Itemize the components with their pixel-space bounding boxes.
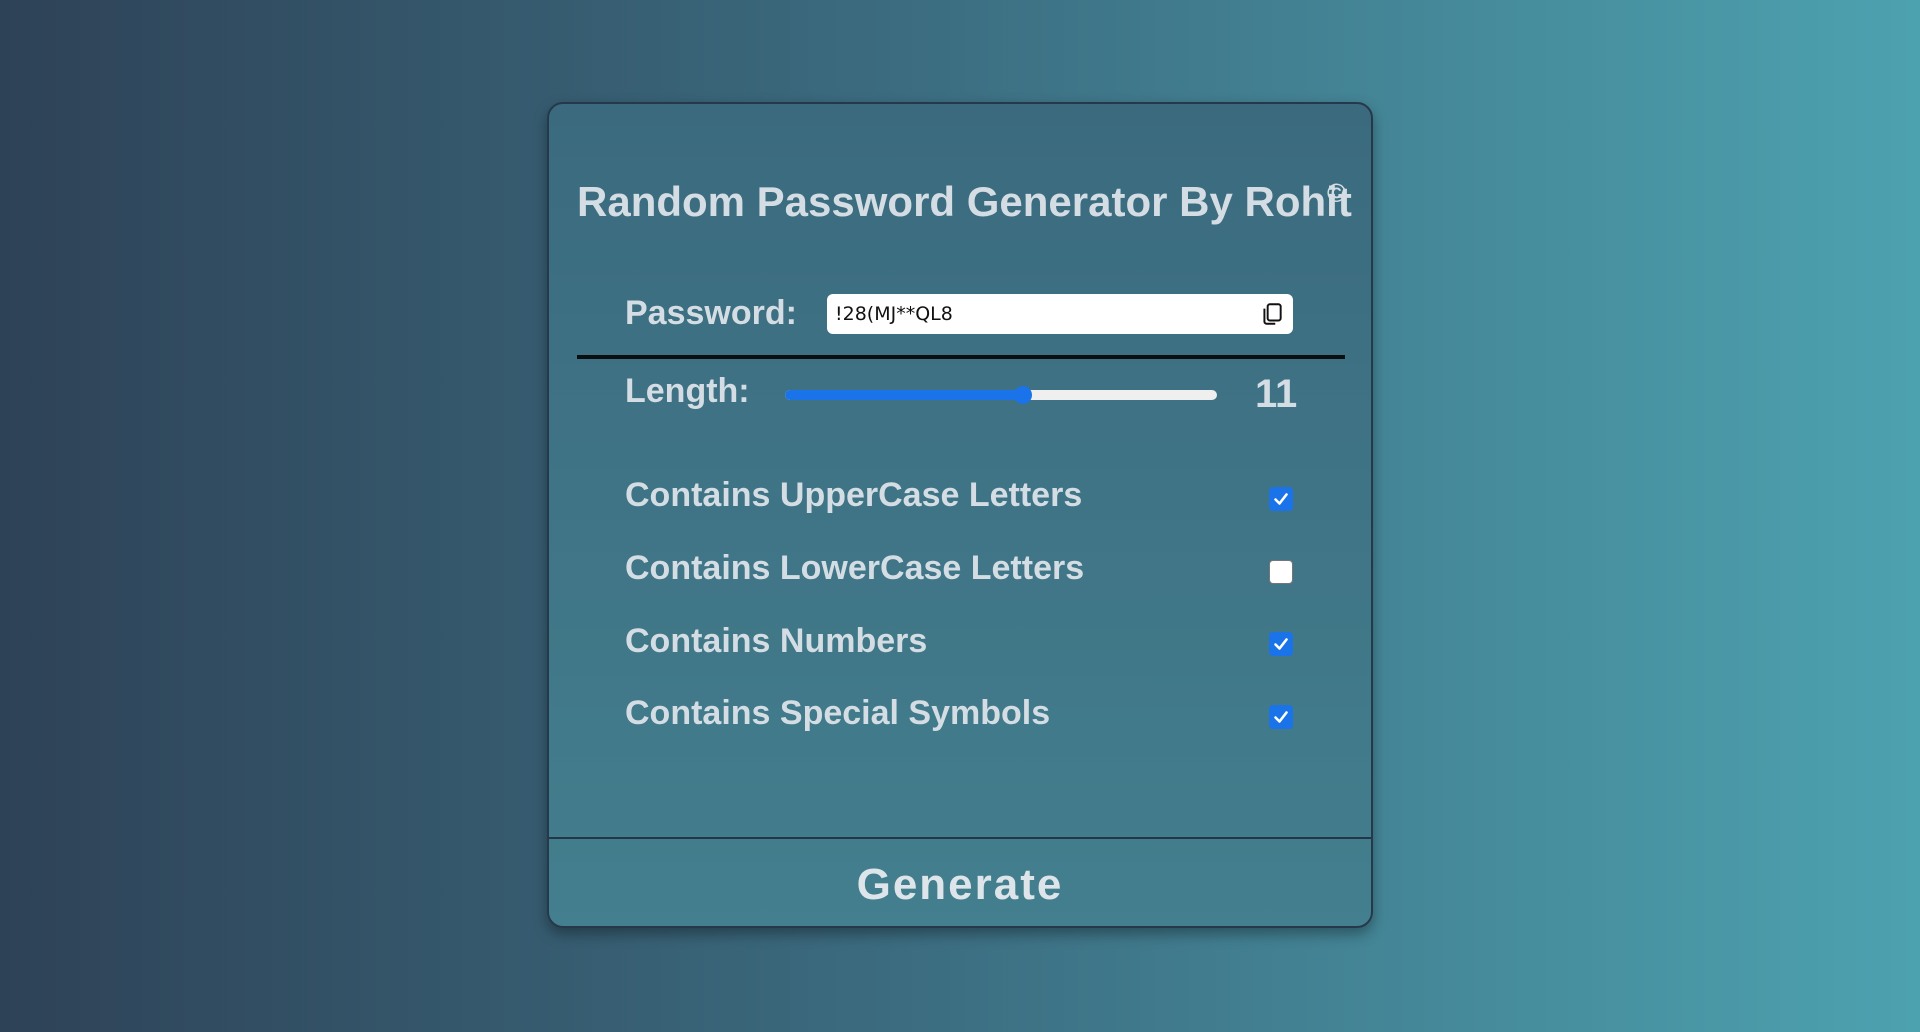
password-value[interactable]: !28(MJ**QL8 xyxy=(835,303,953,325)
option-label-numbers: Contains Numbers xyxy=(625,622,928,660)
length-value: 11 xyxy=(1255,372,1298,416)
option-label-uppercase: Contains UpperCase Letters xyxy=(625,476,1083,514)
password-label: Password: xyxy=(625,294,797,332)
length-label: Length: xyxy=(625,372,750,410)
numbers-checkbox[interactable] xyxy=(1269,632,1293,656)
lowercase-checkbox[interactable] xyxy=(1269,560,1293,584)
uppercase-checkbox[interactable] xyxy=(1269,487,1293,511)
option-label-lowercase: Contains LowerCase Letters xyxy=(625,549,1085,587)
option-label-symbols: Contains Special Symbols xyxy=(625,694,1051,732)
app-title: Random Password Generator By Rohit xyxy=(577,178,1352,225)
length-slider[interactable] xyxy=(785,386,1217,404)
copyright-symbol: © xyxy=(1327,178,1347,208)
generate-button[interactable]: Generate xyxy=(549,839,1371,926)
password-generator-card: Random Password Generator By Rohit © Pas… xyxy=(547,102,1373,928)
symbols-checkbox[interactable] xyxy=(1269,705,1293,729)
length-slider-thumb[interactable] xyxy=(1013,386,1032,404)
checkmark-icon xyxy=(1274,493,1288,505)
password-field[interactable]: !28(MJ**QL8 xyxy=(827,294,1293,334)
title-divider xyxy=(577,355,1345,359)
length-slider-fill xyxy=(785,390,1023,400)
checkmark-icon xyxy=(1274,638,1288,650)
copy-icon[interactable] xyxy=(1259,301,1285,327)
checkmark-icon xyxy=(1274,711,1288,723)
